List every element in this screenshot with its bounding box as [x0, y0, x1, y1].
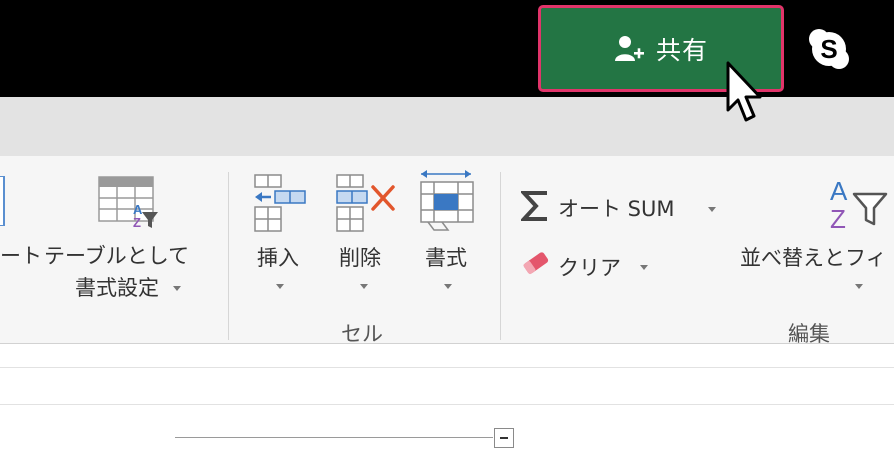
chevron-down-icon[interactable]: [444, 284, 452, 289]
delete-button[interactable]: 削除: [339, 242, 381, 272]
svg-text:Z: Z: [133, 215, 141, 230]
format-as-table-icon[interactable]: A Z: [98, 176, 160, 230]
svg-text:A: A: [830, 176, 848, 206]
chevron-down-icon[interactable]: [173, 286, 181, 291]
chevron-down-icon[interactable]: [276, 284, 284, 289]
chevron-down-icon[interactable]: [708, 207, 716, 212]
divider: [0, 367, 894, 368]
skype-icon[interactable]: S: [808, 28, 850, 70]
sort-filter-icon[interactable]: A Z: [828, 176, 890, 234]
insert-cells-icon[interactable]: [253, 173, 307, 233]
format-cells-icon[interactable]: [418, 168, 476, 234]
delete-cells-icon[interactable]: [335, 173, 395, 233]
divider: [0, 404, 894, 405]
svg-text:Z: Z: [830, 204, 846, 232]
format-as-table-label-2[interactable]: 書式設定: [75, 272, 159, 302]
svg-text:S: S: [820, 34, 837, 64]
chevron-down-icon[interactable]: [360, 284, 368, 289]
autosum-button[interactable]: オート SUM: [558, 193, 675, 223]
group-divider: [228, 172, 229, 340]
insert-button[interactable]: 挿入: [257, 242, 299, 272]
add-person-icon: [614, 35, 644, 61]
share-label: 共有: [655, 35, 708, 65]
mouse-pointer-icon: [726, 61, 762, 122]
sigma-icon[interactable]: [519, 190, 551, 222]
group-divider: [500, 172, 501, 340]
format-as-table-label[interactable]: テーブルとして: [44, 240, 189, 270]
chevron-down-icon[interactable]: [855, 284, 863, 289]
worksheet-area: [0, 344, 894, 450]
chevron-down-icon[interactable]: [640, 265, 648, 270]
clear-button[interactable]: クリア: [558, 252, 621, 282]
eraser-icon[interactable]: [521, 250, 551, 276]
format-button[interactable]: 書式: [425, 242, 467, 272]
collapse-group-button[interactable]: [494, 428, 514, 448]
conditional-format-icon: [0, 175, 6, 227]
sort-filter-button[interactable]: 並べ替えとフィ: [740, 242, 887, 272]
group-outline-bar: [175, 437, 493, 438]
format-button-partial[interactable]: ート: [0, 240, 42, 270]
minus-icon: [500, 437, 508, 439]
